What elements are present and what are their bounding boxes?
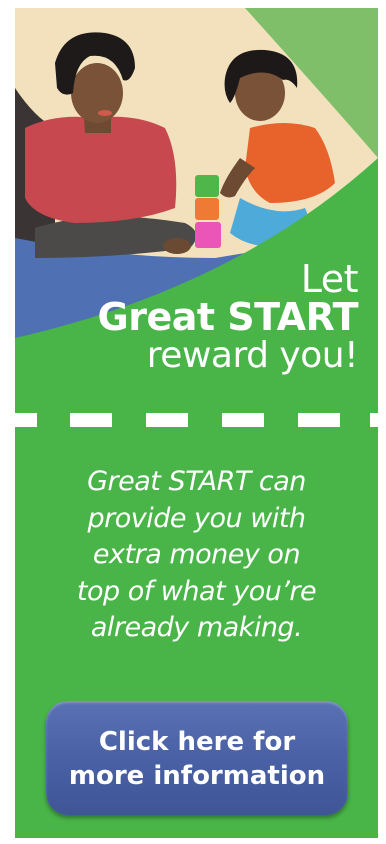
- more-information-button[interactable]: Click here for more information: [46, 701, 348, 815]
- headline: Let Great START reward you!: [97, 257, 359, 376]
- dashed-divider: [15, 413, 378, 427]
- body-text: Great START can provide you with extra m…: [76, 466, 317, 643]
- headline-reward: reward you!: [146, 335, 359, 376]
- headline-brand: Great START: [97, 295, 359, 339]
- headline-let: Let: [300, 257, 359, 301]
- great-start-banner[interactable]: Let Great START reward you! Great START …: [15, 8, 378, 838]
